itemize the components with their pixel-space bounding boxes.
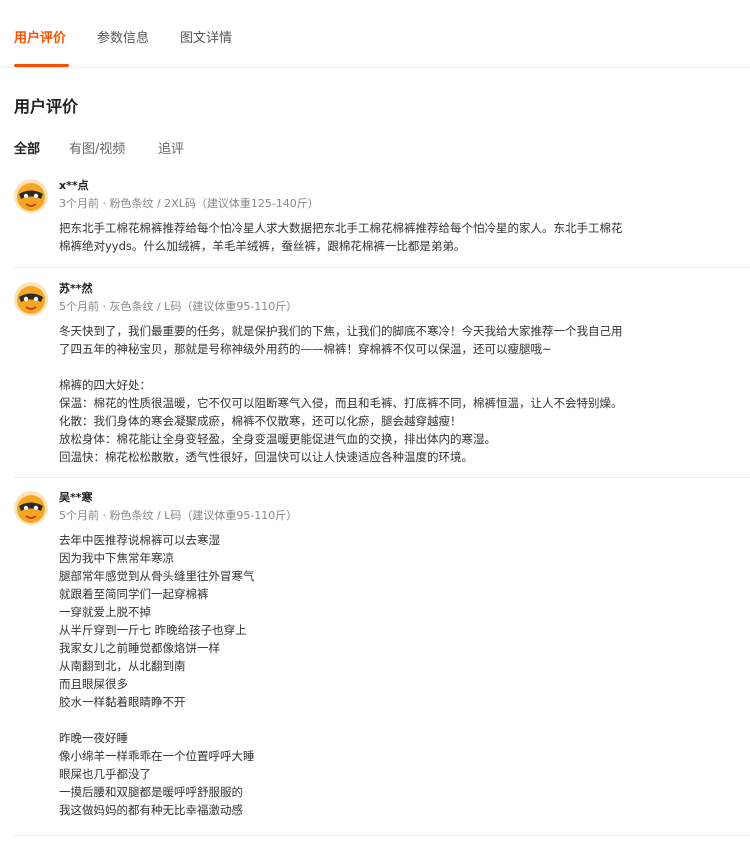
review-meta: 5个月前 · 灰色条纹 / L码（建议体重95-110斤） (59, 300, 298, 313)
review-text-line: 从南翻到北，从北翻到南 (59, 659, 186, 673)
review-text-line: 昨晚一夜好睡 (59, 731, 128, 745)
tab-parameters[interactable]: 参数信息 (97, 30, 149, 48)
review-text-line: 去年中医推荐说棉裤可以去寒湿 (59, 533, 220, 547)
review-meta: 5个月前 · 粉色条纹 / L码（建议体重95-110斤） (59, 509, 298, 522)
review-text-line: 从半斤穿到一斤七 昨晚给孩子也穿上 (59, 623, 247, 637)
review-text-line: 回温快：棉花松松散散，透气性很好，回温快可以让人快速适应各种温度的环境。 (59, 450, 473, 464)
user-avatar (14, 282, 48, 316)
section-title: 用户评价 (14, 97, 79, 116)
review-text-line: 因为我中下焦常年寒凉 (59, 551, 174, 565)
review-text: 把东北手工棉花棉裤推荐给每个怕冷星人求大数据把东北手工棉花棉裤推荐给每个怕冷星的… (59, 219, 691, 255)
review-text: 去年中医推荐说棉裤可以去寒湿 因为我中下焦常年寒凉 腿部常年感觉到从骨头缝里往外… (59, 531, 691, 819)
review-text-line: 化散：我们身体的寒会凝聚成瘀，棉裤不仅散寒，还可以化瘀，腿会越穿越瘦！ (59, 414, 462, 428)
review-text-line: 就跟着至简同学们一起穿棉裤 (59, 587, 209, 601)
review-text-line: 棉裤的四大好处： (59, 378, 151, 392)
review-text-line: 腿部常年感觉到从骨头缝里往外冒寒气 (59, 569, 255, 583)
review-text-line: 把东北手工棉花棉裤推荐给每个怕冷星人求大数据把东北手工棉花棉裤推荐给每个怕冷星的… (59, 221, 623, 235)
active-tab-indicator (14, 64, 69, 67)
review-text-line: 了四五年的神秘宝贝，那就是号称神级外用药的——棉裤！穿棉裤不仅可以保温，还可以瘦… (59, 342, 552, 356)
review-meta: 3个月前 · 粉色条纹 / 2XL码（建议体重125-140斤） (59, 197, 319, 210)
review-text-line: 我这做妈妈的都有种无比幸福激动感 (59, 803, 243, 817)
review-text-line: 一摸后腰和双腿都是暖呼呼舒服服的 (59, 785, 243, 799)
tab-bar: 用户评价 参数信息 图文详情 (0, 0, 750, 68)
review-text-line: 而且眼屎很多 (59, 677, 128, 691)
review-text-line (59, 358, 691, 376)
review-text-line: 胶水一样黏着眼睛睁不开 (59, 695, 186, 709)
filter-all[interactable]: 全部 (14, 140, 40, 160)
review-username: x**点 (59, 179, 89, 192)
review-username: 吴**寒 (59, 491, 93, 504)
tab-user-reviews[interactable]: 用户评价 (14, 30, 66, 48)
review-item: 吴**寒 5个月前 · 粉色条纹 / L码（建议体重95-110斤） 去年中医推… (14, 491, 750, 836)
review-text-line: 眼屎也几乎都没了 (59, 767, 151, 781)
user-avatar (14, 179, 48, 213)
review-text: 冬天快到了，我们最重要的任务，就是保护我们的下焦，让我们的脚底不寒冷！今天我给大… (59, 322, 691, 466)
review-text-line: 保温：棉花的性质很温暖，它不仅可以阻断寒气入侵，而且和毛裤、打底裤不同，棉裤恒温… (59, 396, 623, 410)
review-text-line: 像小绵羊一样乖乖在一个位置呼呼大睡 (59, 749, 255, 763)
review-text-line: 冬天快到了，我们最重要的任务，就是保护我们的下焦，让我们的脚底不寒冷！今天我给大… (59, 324, 623, 338)
filter-follow-up[interactable]: 追评 (158, 140, 184, 160)
review-item: x**点 3个月前 · 粉色条纹 / 2XL码（建议体重125-140斤） 把东… (14, 179, 750, 268)
review-text-line: 棉裤绝对yyds。什么加绒裤，羊毛羊绒裤，蚕丝裤，跟棉花棉裤一比都是弟弟。 (59, 239, 466, 253)
review-text-line (59, 711, 691, 729)
tab-image-details[interactable]: 图文详情 (180, 30, 232, 48)
review-text-line: 放松身体：棉花能让全身变轻盈，全身变温暖更能促进气血的交换，排出体内的寒湿。 (59, 432, 496, 446)
review-text-line: 我家女儿之前睡觉都像烙饼一样 (59, 641, 220, 655)
review-text-line: 一穿就爱上脱不掉 (59, 605, 151, 619)
review-username: 苏**然 (59, 282, 93, 295)
review-item: 苏**然 5个月前 · 灰色条纹 / L码（建议体重95-110斤） 冬天快到了… (14, 282, 750, 478)
filter-with-media[interactable]: 有图/视频 (69, 140, 125, 160)
user-avatar (14, 491, 48, 525)
